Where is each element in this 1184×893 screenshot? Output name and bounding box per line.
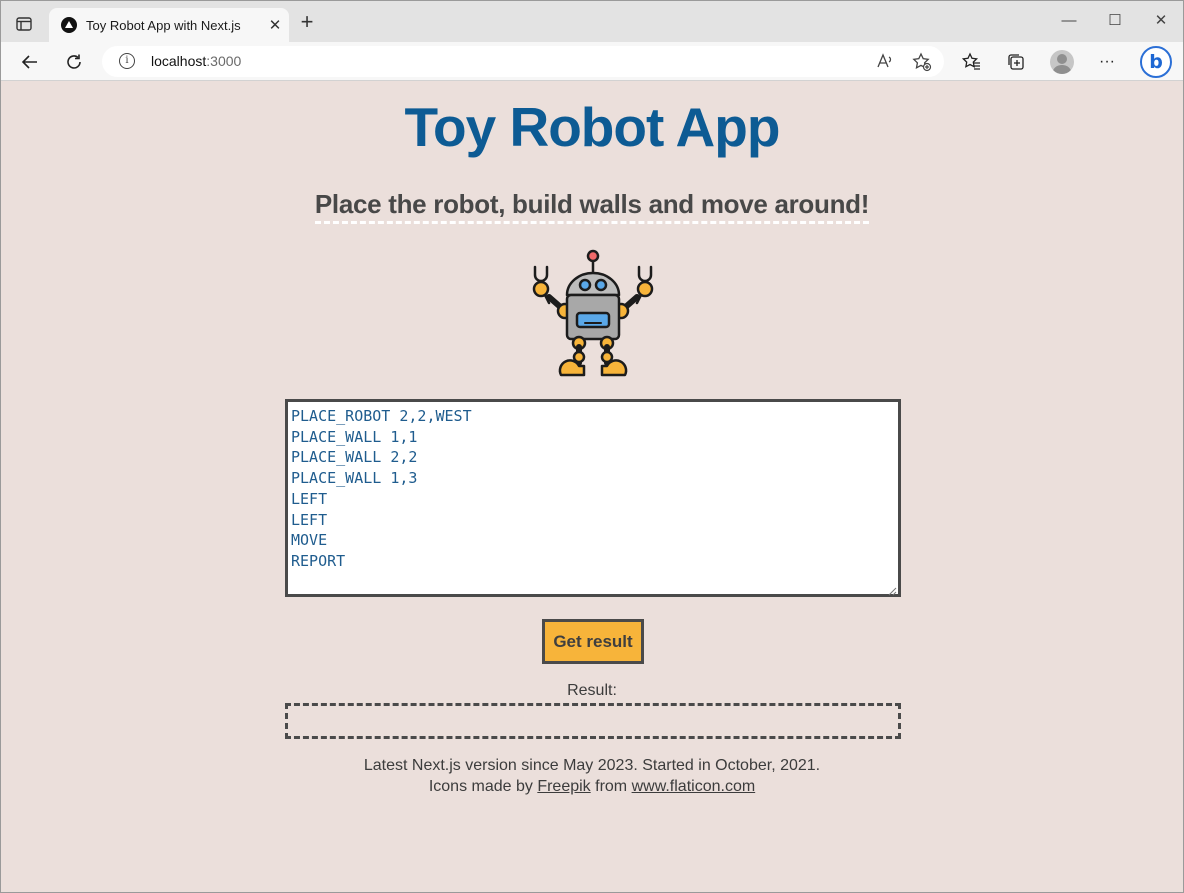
tab-actions-icon[interactable] xyxy=(15,15,33,33)
get-result-button[interactable]: Get result xyxy=(542,619,644,664)
page-subtitle: Place the robot, build walls and move ar… xyxy=(1,189,1183,224)
info-icon[interactable]: i xyxy=(119,53,135,69)
robot-icon xyxy=(527,247,659,379)
browser-tab[interactable]: Toy Robot App with Next.js ✕ xyxy=(49,8,289,42)
freepik-link[interactable]: Freepik xyxy=(537,778,590,795)
tab-bar: Toy Robot App with Next.js ✕ + — ☐ ✕ xyxy=(1,1,1183,42)
resize-handle-icon[interactable] xyxy=(887,583,897,596)
browser-toolbar: i localhost:3000 ··· b xyxy=(1,42,1183,81)
address-bar[interactable]: i localhost:3000 xyxy=(102,46,944,77)
more-icon[interactable]: ··· xyxy=(1093,48,1121,76)
browser-window: Toy Robot App with Next.js ✕ + — ☐ ✕ i l… xyxy=(0,0,1184,893)
footer-credits-middle: from xyxy=(590,778,632,795)
page-content: Toy Robot App Place the robot, build wal… xyxy=(1,81,1183,892)
address-url[interactable]: localhost:3000 xyxy=(151,53,241,69)
maximize-button[interactable]: ☐ xyxy=(1101,9,1129,33)
footer-version-text: Latest Next.js version since May 2023. S… xyxy=(363,757,821,774)
flaticon-link[interactable]: www.flaticon.com xyxy=(632,778,756,795)
tab-title: Toy Robot App with Next.js xyxy=(86,17,241,33)
command-line: PLACE_ROBOT 2,2,WEST xyxy=(291,407,472,425)
page-title: Toy Robot App xyxy=(404,96,781,158)
command-line: MOVE xyxy=(291,531,328,550)
collections-icon[interactable] xyxy=(1002,48,1030,76)
result-output xyxy=(285,703,901,739)
command-line: PLACE_WALL 2,2 xyxy=(291,448,418,467)
favorites-icon[interactable] xyxy=(958,48,986,76)
add-favorite-icon[interactable] xyxy=(912,52,932,77)
back-arrow-icon[interactable] xyxy=(16,48,44,76)
command-line: PLACE_WALL 1,1 xyxy=(291,427,418,446)
commands-textarea[interactable]: PLACE_ROBOT 2,2,WEST PLACE_WALL 1,1 PLAC… xyxy=(285,399,901,597)
footer-credits: Icons made by Freepik from www.flaticon.… xyxy=(1,778,1183,796)
reload-icon[interactable] xyxy=(60,48,88,76)
subtitle-text: Place the robot, build walls and move ar… xyxy=(314,189,869,224)
read-aloud-icon[interactable] xyxy=(876,52,894,75)
bing-icon[interactable]: b xyxy=(1140,46,1172,78)
tab-close-icon[interactable]: ✕ xyxy=(261,16,289,34)
footer-credits-prefix: Icons made by xyxy=(428,778,538,795)
command-line: LEFT xyxy=(291,489,328,508)
nextjs-favicon-icon xyxy=(61,17,77,33)
profile-icon[interactable] xyxy=(1050,50,1074,74)
new-tab-button[interactable]: + xyxy=(295,11,319,35)
close-window-button[interactable]: ✕ xyxy=(1147,9,1175,33)
command-line: REPORT xyxy=(291,551,346,570)
result-label: Result: xyxy=(567,682,617,699)
minimize-button[interactable]: — xyxy=(1055,9,1083,33)
command-line: LEFT xyxy=(291,510,328,529)
command-line: PLACE_WALL 1,3 xyxy=(291,469,418,488)
